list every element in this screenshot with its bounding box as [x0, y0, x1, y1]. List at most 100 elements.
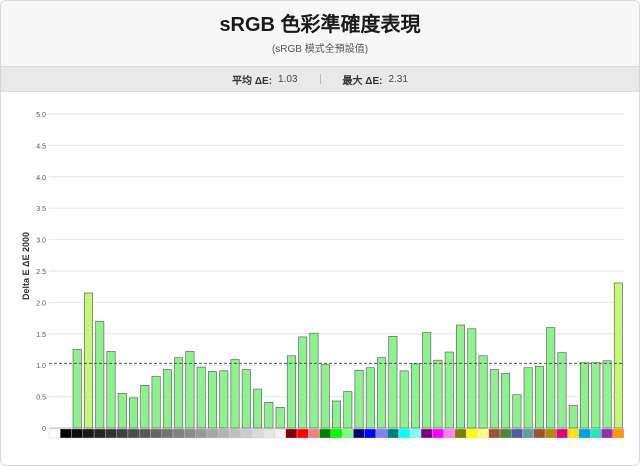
color-swatch [251, 428, 264, 439]
color-swatch [465, 428, 478, 439]
color-swatch [93, 428, 106, 439]
delta-e-bar [591, 362, 601, 429]
delta-e-bar [489, 369, 499, 429]
color-swatch [488, 428, 501, 439]
delta-e-bar [129, 397, 139, 429]
color-swatch [578, 428, 591, 439]
y-tick-label: 4.5 [36, 143, 46, 150]
delta-e-bar [230, 359, 240, 429]
delta-e-bar [332, 400, 341, 429]
delta-e-bar [343, 391, 353, 429]
color-swatch [285, 428, 298, 439]
y-tick-label: 2.5 [36, 269, 46, 276]
delta-e-bar [320, 364, 330, 429]
delta-e-bar [388, 336, 398, 429]
stats-divider [319, 74, 321, 84]
color-swatch [274, 428, 286, 439]
max-delta-e-label: 最大 ΔE: [342, 75, 383, 87]
color-swatch [477, 428, 489, 439]
delta-e-bar [377, 357, 387, 429]
color-swatch [567, 428, 580, 439]
delta-e-bar [546, 327, 556, 429]
delta-e-bar [253, 388, 263, 429]
delta-e-bar [219, 370, 229, 429]
y-tick-label: 4.0 [36, 175, 46, 182]
color-swatch [398, 428, 410, 439]
color-swatch [432, 428, 444, 439]
y-tick-label: 1.5 [36, 332, 46, 339]
color-swatch [387, 428, 399, 439]
chart-subtitle: (sRGB 模式全預設值) [271, 44, 369, 55]
delta-e-bar [399, 370, 409, 429]
color-swatch [319, 428, 332, 439]
delta-e-bar [410, 363, 420, 429]
y-tick-label: 2.0 [36, 300, 46, 307]
delta-e-bar [557, 352, 567, 429]
color-swatch [184, 428, 196, 439]
delta-e-bar [140, 384, 150, 429]
color-swatch [82, 428, 95, 439]
delta-e-bar [568, 405, 578, 429]
delta-e-bar [298, 336, 308, 429]
color-swatch [601, 428, 613, 439]
color-swatch [364, 428, 377, 439]
delta-e-bar [151, 376, 161, 429]
delta-e-bar [275, 406, 285, 429]
color-swatch [172, 428, 185, 439]
color-swatch [353, 428, 365, 439]
color-swatch [150, 428, 162, 439]
y-tick-label: 0 [42, 426, 46, 433]
color-swatch [48, 428, 61, 439]
color-swatch [105, 428, 117, 439]
delta-e-bar [602, 360, 612, 429]
y-tick-label: 0.5 [36, 395, 46, 402]
y-tick-labels: 0 0.5 1.0 1.5 2.0 2.5 3.0 3.5 4.0 4.5 5.0 [36, 112, 46, 433]
color-swatch [341, 428, 354, 439]
color-swatch [308, 428, 320, 439]
color-swatch [116, 428, 129, 439]
delta-e-bar [208, 371, 217, 429]
delta-e-bar [422, 332, 432, 429]
color-swatch [375, 428, 388, 439]
delta-e-bar [264, 401, 274, 429]
color-swatch [544, 428, 557, 439]
stats-bar: 平均 ΔE: 1.03 最大 ΔE: 2.31 [1, 66, 639, 92]
y-tick-label: 3.5 [36, 206, 46, 213]
delta-e-bar [309, 332, 319, 429]
delta-e-bar-chart: 0 0.5 1.0 1.5 2.0 2.5 3.0 3.5 4.0 4.5 5.0 Delta E … [21, 112, 625, 439]
delta-e-bar [613, 282, 623, 429]
color-swatch [71, 428, 84, 439]
delta-e-bar [83, 292, 93, 429]
delta-e-bar [354, 369, 364, 429]
color-swatch [454, 428, 467, 439]
color-swatch [296, 428, 309, 439]
delta-e-bar [365, 367, 375, 429]
delta-e-bar [95, 320, 105, 429]
color-swatch [443, 428, 456, 439]
delta-e-bar [174, 357, 184, 429]
color-swatch [161, 428, 174, 439]
delta-e-bar [162, 369, 172, 429]
delta-e-bar [196, 366, 206, 429]
delta-e-bar [72, 349, 82, 429]
delta-e-bar [433, 359, 443, 429]
color-swatch [127, 428, 140, 439]
delta-e-bar [512, 394, 522, 429]
color-swatch [138, 428, 151, 439]
delta-e-bar [534, 366, 544, 429]
color-swatch [499, 428, 512, 439]
y-tick-label: 3.0 [36, 238, 46, 245]
avg-delta-e-value: 1.03 [278, 73, 298, 85]
color-swatch [195, 428, 208, 439]
delta-e-bar [580, 362, 590, 429]
color-swatches [48, 428, 625, 439]
chart-header: sRGB 色彩準確度表現 (sRGB 模式全預設值) [1, 1, 639, 66]
color-swatch [589, 428, 602, 439]
color-swatch [522, 428, 535, 439]
color-swatch [556, 428, 568, 439]
color-swatch [330, 428, 343, 439]
delta-e-bar [241, 369, 251, 429]
color-swatch [217, 428, 230, 439]
delta-e-bar [117, 393, 127, 429]
delta-e-bar [478, 355, 488, 429]
